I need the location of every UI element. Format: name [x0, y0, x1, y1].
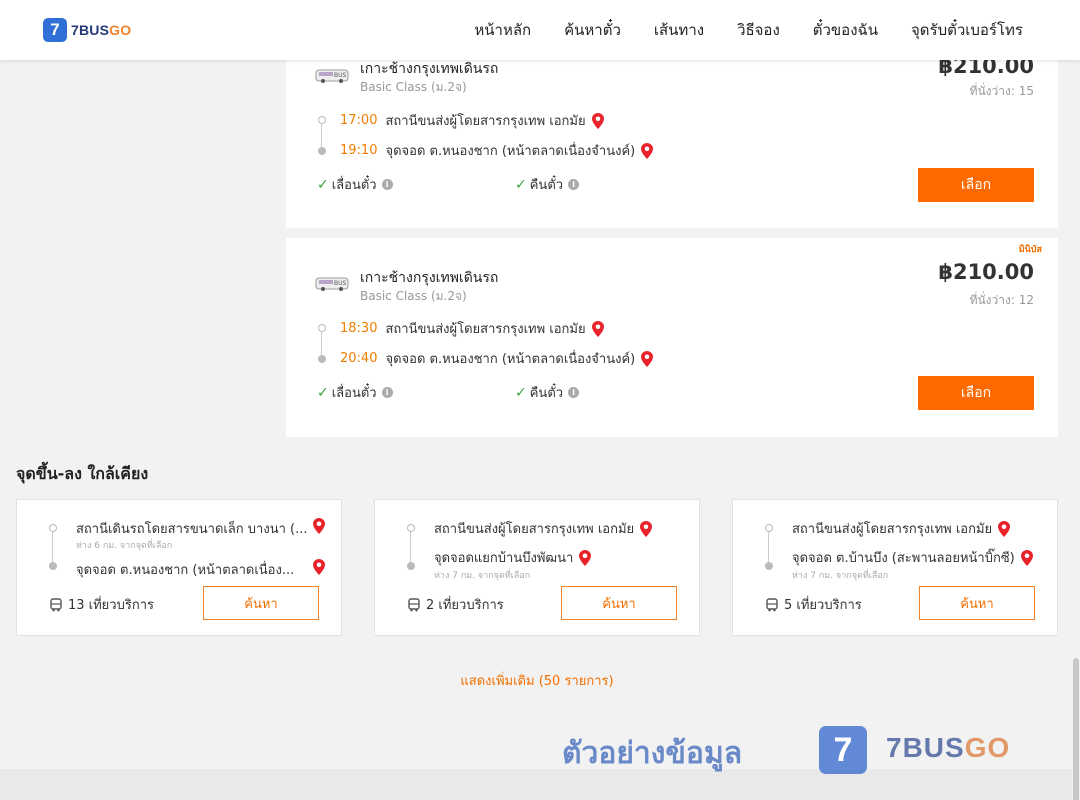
check-icon: ✓	[515, 176, 527, 193]
departure-time: 18:30	[340, 321, 378, 336]
route-timeline	[406, 524, 416, 570]
map-pin-icon[interactable]	[579, 549, 592, 566]
show-more-link[interactable]: แสดงเพิ่มเติม (50 รายการ)	[0, 670, 1074, 691]
feature-refund: ✓ คืนตั๋ว i	[515, 174, 580, 195]
route-timeline	[317, 116, 327, 156]
nav-home[interactable]: หน้าหลัก	[474, 18, 531, 42]
nav-how-to-book[interactable]: วิธีจอง	[737, 18, 780, 42]
nearby-card: สถานีเดินรถโดยสารขนาดเล็ก บางนา (... ห่า…	[16, 499, 342, 636]
operator-name: เกาะช้างกรุงเทพเดินรถ	[360, 270, 499, 286]
map-pin-icon[interactable]	[591, 112, 604, 129]
nearby-to-stop: จุดจอดแยกบ้านบึงพัฒนา	[434, 547, 592, 568]
nearby-from-stop: สถานีขนส่งผู้โดยสารกรุงเทพ เอกมัย	[434, 518, 653, 539]
operator-name: เกาะช้างกรุงเทพเดินรถ	[360, 61, 499, 77]
nearby-from-stop: สถานีเดินรถโดยสารขนาดเล็ก บางนา (...	[76, 522, 308, 537]
info-icon[interactable]: i	[381, 387, 393, 398]
nav-routes[interactable]: เส้นทาง	[654, 18, 704, 42]
check-icon: ✓	[317, 384, 329, 401]
map-pin-icon[interactable]	[998, 520, 1011, 537]
nearby-to-stop: จุดจอด ต.หนองชาก (หน้าตลาดเนื่อง...	[76, 563, 295, 578]
check-icon: ✓	[317, 176, 329, 193]
info-icon[interactable]: i	[381, 179, 393, 190]
route-timeline	[48, 524, 58, 570]
departure-stop-name: สถานีขนส่งผู้โดยสารกรุงเทพ เอกมัย	[385, 322, 586, 337]
map-pin-icon[interactable]	[640, 520, 653, 537]
footer	[0, 769, 1080, 800]
map-pin-icon[interactable]	[313, 559, 325, 575]
map-pin-icon[interactable]	[591, 320, 604, 337]
map-pin-icon[interactable]	[1020, 549, 1033, 566]
arrival-time: 20:40	[340, 351, 378, 366]
nav-my-tickets[interactable]: ตั๋วของฉัน	[813, 18, 878, 42]
watermark-logo-mark: 7	[819, 726, 867, 774]
nearby-search-button[interactable]: ค้นหา	[561, 586, 677, 620]
nearby-card: สถานีขนส่งผู้โดยสารกรุงเทพ เอกมัย จุดจอด…	[732, 499, 1058, 636]
watermark-brand: 7BUSGO	[886, 732, 1011, 763]
arrival-stop-name: จุดจอด ต.หนองชาก (หน้าตลาดเนื่องจำนงค์)	[385, 352, 636, 367]
ticket-price: ฿210.00	[938, 260, 1034, 284]
nearby-card: สถานีขนส่งผู้โดยสารกรุงเทพ เอกมัย จุดจอด…	[374, 499, 700, 636]
operator-logo-icon: BUS	[315, 69, 349, 83]
page-scrollbar[interactable]	[1072, 60, 1080, 800]
nearby-from-stop: สถานีขนส่งผู้โดยสารกรุงเทพ เอกมัย	[792, 518, 1011, 539]
trip-card: BUS เกาะช้างกรุงเทพเดินรถ Basic Class (ม…	[286, 36, 1058, 228]
svg-text:BUS: BUS	[334, 280, 347, 287]
nearby-trip-count: 2 เที่ยวบริการ	[407, 594, 504, 615]
seats-available: ที่นั่งว่าง: 15	[969, 84, 1034, 98]
select-trip-button[interactable]: เลือก	[918, 376, 1034, 410]
svg-text:BUS: BUS	[334, 72, 347, 79]
trip-card: มินิบัส BUS เกาะช้างกรุงเทพเดินรถ Basic …	[286, 238, 1058, 437]
nearby-to-distance: ห่าง 7 กม. จากจุดที่เลือก	[792, 571, 889, 581]
top-header: 7 7BUSGO หน้าหลัก ค้นหาตั๋ว เส้นทาง วิธี…	[0, 0, 1080, 60]
nearby-section-title: จุดขึ้น-ลง ใกล้เคียง	[16, 464, 149, 483]
map-pin-icon[interactable]	[313, 518, 325, 534]
nearby-from-distance: ห่าง 6 กม. จากจุดที่เลือก	[76, 541, 173, 551]
scrollbar-thumb[interactable]	[1073, 658, 1079, 800]
map-pin-icon[interactable]	[641, 350, 654, 367]
departure-stop: 17:00 สถานีขนส่งผู้โดยสารกรุงเทพ เอกมัย	[340, 110, 604, 131]
logo-mark: 7	[43, 18, 67, 42]
bus-icon	[50, 597, 62, 611]
nearby-search-button[interactable]: ค้นหา	[203, 586, 319, 620]
info-icon[interactable]: i	[568, 179, 580, 190]
feature-reschedule: ✓ เลื่อนตั๋ว i	[317, 174, 393, 195]
select-trip-button[interactable]: เลือก	[918, 168, 1034, 202]
departure-stop-name: สถานีขนส่งผู้โดยสารกรุงเทพ เอกมัย	[385, 114, 586, 129]
main-nav: หน้าหลัก ค้นหาตั๋ว เส้นทาง วิธีจอง ตั๋วข…	[441, 0, 1023, 60]
arrival-stop: 20:40 จุดจอด ต.หนองชาก (หน้าตลาดเนื่องจำ…	[340, 348, 654, 369]
bus-icon	[408, 597, 420, 611]
departure-stop: 18:30 สถานีขนส่งผู้โดยสารกรุงเทพ เอกมัย	[340, 318, 604, 339]
bus-icon	[766, 597, 778, 611]
departure-time: 17:00	[340, 113, 378, 128]
bus-class: Basic Class (ม.2จ)	[360, 289, 467, 303]
seats-available: ที่นั่งว่าง: 12	[969, 293, 1034, 307]
nearby-to-distance: ห่าง 7 กม. จากจุดที่เลือก	[434, 571, 531, 581]
route-timeline	[317, 324, 327, 364]
nearby-search-button[interactable]: ค้นหา	[919, 586, 1035, 620]
nav-ticket-points[interactable]: จุดรับตั๋วเบอร์โทร	[911, 18, 1023, 42]
nearby-trip-count: 5 เที่ยวบริการ	[765, 594, 862, 615]
nearby-to-stop: จุดจอด ต.บ้านบึง (สะพานลอยหน้าบิ๊กซี)	[792, 547, 1033, 568]
feature-reschedule: ✓ เลื่อนตั๋ว i	[317, 382, 393, 403]
arrival-stop-name: จุดจอด ต.หนองชาก (หน้าตลาดเนื่องจำนงค์)	[385, 144, 636, 159]
operator-logo-icon: BUS	[315, 277, 349, 291]
site-logo[interactable]: 7 7BUSGO	[43, 18, 131, 42]
map-pin-icon[interactable]	[641, 142, 654, 159]
watermark-text: ตัวอย่างข้อมูล	[562, 736, 743, 771]
arrival-stop: 19:10 จุดจอด ต.หนองชาก (หน้าตลาดเนื่องจำ…	[340, 140, 654, 161]
nearby-trip-count: 13 เที่ยวบริการ	[49, 594, 154, 615]
logo-text: 7BUSGO	[71, 22, 132, 38]
route-timeline	[764, 524, 774, 570]
info-icon[interactable]: i	[568, 387, 580, 398]
nav-search-ticket[interactable]: ค้นหาตั๋ว	[564, 18, 621, 42]
bus-class: Basic Class (ม.2จ)	[360, 80, 467, 94]
check-icon: ✓	[515, 384, 527, 401]
feature-refund: ✓ คืนตั๋ว i	[515, 382, 580, 403]
minibus-tag: มินิบัส	[1018, 245, 1042, 255]
arrival-time: 19:10	[340, 143, 378, 158]
